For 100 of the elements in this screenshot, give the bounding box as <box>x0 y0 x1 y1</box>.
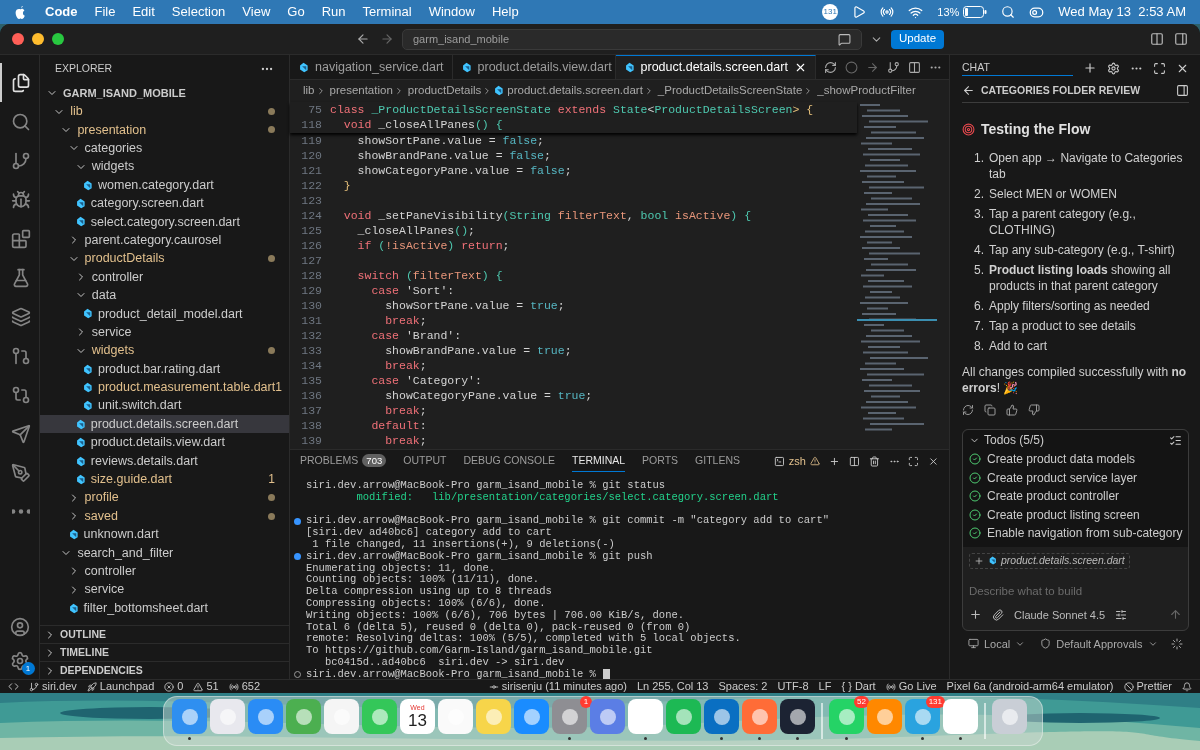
forward-icon[interactable] <box>380 32 394 46</box>
context-file-chip[interactable]: product.details.screen.dart <box>969 552 1130 569</box>
panel-tab[interactable]: GITLENS <box>695 450 740 472</box>
section-header[interactable]: TIMELINE <box>40 643 289 661</box>
tree-item[interactable]: presentation <box>40 120 289 140</box>
zoom-window-button[interactable] <box>52 33 64 45</box>
tree-item[interactable]: productDetails <box>40 249 289 268</box>
chat-icon[interactable] <box>838 32 851 46</box>
tree-item[interactable]: women.category.dart <box>40 175 289 195</box>
editor-tab[interactable]: product.details.view.dart <box>452 55 616 79</box>
split-terminal-icon[interactable] <box>848 454 860 468</box>
chat-input-field[interactable]: Describe what to build <box>969 582 1183 600</box>
tree-item[interactable]: select.category.screen.dart <box>40 212 289 232</box>
maximize-icon[interactable] <box>908 454 920 468</box>
settings-icon[interactable] <box>1107 61 1121 75</box>
search-icon[interactable] <box>1001 5 1016 19</box>
status-item[interactable]: Pixel 6a (android-arm64 emulator) <box>946 678 1114 693</box>
play-icon[interactable] <box>852 5 867 19</box>
add-context-icon[interactable] <box>969 608 982 622</box>
status-item[interactable]: { } Dart <box>841 678 876 693</box>
section-header[interactable]: OUTLINE <box>40 625 289 643</box>
tree-item[interactable]: widgets <box>40 157 289 176</box>
status-item[interactable]: 0 <box>177 678 184 693</box>
account-icon[interactable] <box>9 617 30 637</box>
control-center-icon[interactable] <box>1029 4 1045 20</box>
tree-item[interactable]: parent.category.caurosel <box>40 231 289 250</box>
tree-item[interactable]: data <box>40 286 289 305</box>
remote-icon[interactable] <box>8 681 19 692</box>
tools-icon[interactable] <box>1115 608 1128 621</box>
menu-item[interactable]: Terminal <box>362 2 412 22</box>
tree-item[interactable]: service <box>40 323 289 342</box>
tree-item[interactable]: unit.switch.dart <box>40 396 289 416</box>
menu-item[interactable]: Window <box>428 2 475 22</box>
split-editor-icon[interactable] <box>907 60 921 74</box>
breadcrumb-item[interactable]: presentation <box>329 81 393 100</box>
breadcrumb-item[interactable]: lib <box>303 81 315 100</box>
circle-icon[interactable] <box>844 60 858 74</box>
tree-item[interactable]: category.screen.dart <box>40 194 289 213</box>
trash-icon[interactable] <box>868 454 880 468</box>
thumbs-up-icon[interactable] <box>1006 404 1018 416</box>
menu-item[interactable]: Edit <box>132 2 155 22</box>
app-icon[interactable] <box>780 699 815 734</box>
menu-item[interactable]: Run <box>321 2 346 22</box>
tree-item[interactable]: product_detail_model.dart <box>40 304 289 324</box>
tree-item[interactable]: search_and_filter <box>40 543 289 563</box>
status-item[interactable]: 652 <box>241 678 261 693</box>
tree-item[interactable]: categories <box>40 139 289 158</box>
breadcrumb-item[interactable]: _showProductFilter <box>817 81 916 100</box>
app-menu[interactable]: Code <box>45 2 78 22</box>
status-item[interactable]: UTF-8 <box>777 678 809 693</box>
back-icon[interactable] <box>356 32 370 46</box>
editor-tab[interactable]: navigation_service.dart <box>290 55 453 79</box>
tree-item[interactable]: service <box>40 580 289 599</box>
status-item[interactable]: LF <box>818 678 832 693</box>
wifi-icon[interactable] <box>908 4 924 20</box>
git-icon[interactable] <box>886 60 900 74</box>
panel-tab[interactable]: OUTPUT <box>403 450 447 472</box>
maximize-icon[interactable] <box>1153 61 1167 75</box>
command-center[interactable]: garm_isand_mobile <box>402 28 862 50</box>
attach-icon[interactable] <box>992 608 1004 621</box>
breadcrumb-item[interactable]: productDetails <box>407 81 482 100</box>
minimize-window-button[interactable] <box>32 33 44 45</box>
todos-title[interactable]: Todos (5/5) <box>984 431 1166 449</box>
menu-item[interactable]: Help <box>491 2 519 22</box>
tree-item[interactable]: lib <box>40 102 289 121</box>
breadcrumb-item[interactable]: product.details.screen.dart <box>507 81 643 100</box>
menu-item[interactable]: Go <box>287 2 305 22</box>
status-item[interactable]: Prettier <box>1136 678 1172 693</box>
apple-logo-icon[interactable] <box>14 4 27 20</box>
status-item[interactable]: siri.dev <box>42 678 77 693</box>
retry-icon[interactable] <box>962 404 974 416</box>
tree-item[interactable]: filter_bottomsheet.dart <box>40 598 289 618</box>
menu-item[interactable]: Selection <box>171 2 226 22</box>
send-icon[interactable] <box>1169 608 1183 622</box>
status-item[interactable]: Spaces: 2 <box>718 678 768 693</box>
tree-item[interactable]: controller <box>40 267 289 287</box>
tree-item[interactable]: profile <box>40 488 289 507</box>
status-item[interactable]: Ln 255, Col 13 <box>636 678 709 693</box>
tree-item[interactable]: product.bar.rating.dart <box>40 359 289 379</box>
battery-icon[interactable] <box>963 6 988 18</box>
thumbs-down-icon[interactable] <box>1028 404 1040 416</box>
breadcrumb-item[interactable]: _ProductDetailsScreenState <box>657 81 803 100</box>
notifications-icon[interactable] <box>1182 681 1192 692</box>
location-picker[interactable]: Local <box>984 635 1011 652</box>
tree-item[interactable]: controller <box>40 562 289 581</box>
back-icon[interactable] <box>962 84 975 97</box>
panel-tab[interactable]: PROBLEMS 703 <box>300 450 387 472</box>
settings-icon[interactable] <box>9 651 30 671</box>
update-button[interactable]: Update <box>891 29 945 49</box>
status-item[interactable]: sirisenju (11 minutes ago) <box>501 678 627 693</box>
tree-item[interactable]: unknown.dart <box>40 525 289 544</box>
notification-badge[interactable]: 131 <box>822 4 839 20</box>
panel-tab[interactable]: DEBUG CONSOLE <box>463 450 555 472</box>
status-item[interactable]: 51 <box>206 678 219 693</box>
panel-icon[interactable] <box>1174 32 1188 46</box>
panel-icon[interactable] <box>1176 84 1190 97</box>
status-item[interactable]: Launchpad <box>99 678 155 693</box>
menu-item[interactable]: View <box>242 2 271 22</box>
editor-tab[interactable]: product.details.screen.dart <box>615 55 816 79</box>
terminal-icon[interactable] <box>774 454 785 468</box>
